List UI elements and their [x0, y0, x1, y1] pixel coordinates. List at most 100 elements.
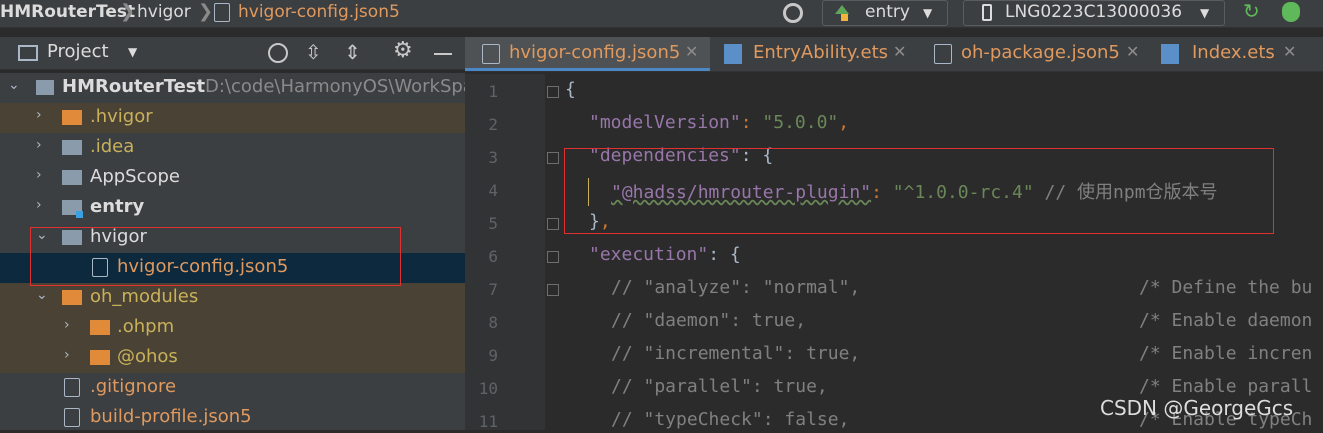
line-number: 6 [488, 247, 498, 266]
run-config-label: entry [865, 2, 910, 22]
tree-item-gitignore[interactable]: .gitignore [0, 373, 465, 403]
tab-hvigor-config[interactable]: hvigor-config.json5 ✕ [465, 37, 710, 71]
line-number: 3 [488, 148, 498, 167]
code-token: { [565, 79, 576, 100]
breadcrumb-separator: ❯ [120, 1, 136, 22]
code-comment: /* Enable parall [1139, 376, 1313, 397]
tree-item-label: AppScope [90, 166, 180, 187]
annotation-highlight-box [30, 227, 401, 286]
close-icon[interactable]: ✕ [685, 42, 698, 61]
code-comment: /* Define the bu [1139, 277, 1313, 298]
code-line-1: { [565, 79, 576, 100]
chevron-down-icon: ⌄ [8, 77, 20, 93]
breadcrumb-file[interactable]: hvigor-config.json5 [238, 2, 400, 22]
line-number: 9 [488, 346, 498, 365]
code-comment: /* Enable daemon [1139, 310, 1313, 331]
fold-marker-icon[interactable] [547, 86, 559, 98]
tab-label: oh-package.json5 [961, 42, 1120, 63]
tree-item-label: .idea [90, 136, 135, 157]
device-select[interactable]: LNG0223C13000036 ▼ [963, 0, 1225, 26]
root-project-name: HMRouterTest [62, 76, 206, 97]
tree-item-hvigor-cache[interactable]: › .hvigor [0, 103, 465, 133]
run-config-select[interactable]: entry ▼ [822, 0, 948, 26]
folder-icon [62, 170, 82, 185]
chevron-down-icon: ▼ [1200, 6, 1210, 20]
chevron-right-icon: › [36, 197, 42, 213]
line-number: 1 [488, 82, 498, 101]
tree-item-root[interactable]: ⌄ HMRouterTest D:\code\HarmonyOS\WorkSpa [0, 73, 474, 103]
tree-item-ohos[interactable]: › @ohos [0, 343, 465, 373]
annotation-highlight-box [564, 148, 1274, 234]
code-token: "5.0.0" [762, 112, 839, 133]
code-comment: /* Enable incren [1139, 343, 1313, 364]
fold-marker-icon[interactable] [547, 218, 559, 230]
folder-icon [90, 320, 110, 335]
module-icon [835, 5, 849, 14]
bug-icon[interactable] [1282, 2, 1300, 22]
folder-icon [62, 290, 82, 305]
chevron-down-icon[interactable]: ▼ [128, 45, 137, 59]
code-line-10: // "parallel": true, [611, 376, 828, 397]
device-label: LNG0223C13000036 [1005, 2, 1183, 22]
gear-icon[interactable]: ⚙ [393, 38, 413, 63]
gitignore-file-icon [64, 378, 80, 397]
breadcrumb-folder[interactable]: hvigor [137, 2, 191, 22]
chevron-down-icon: ⌄ [36, 287, 48, 303]
ets-file-icon [724, 44, 742, 64]
navigation-bar: HMRouterTest ❯ hvigor ❯ hvigor-config.js… [0, 0, 1323, 28]
tab-index[interactable]: Index.ets ✕ [1147, 37, 1323, 71]
tree-item-entry[interactable]: › entry [0, 193, 465, 223]
tab-oh-package[interactable]: oh-package.json5 ✕ [920, 37, 1145, 71]
tree-item-label: .hvigor [90, 106, 153, 127]
chevron-right-icon: › [64, 317, 70, 333]
tree-item-label: .gitignore [90, 376, 177, 397]
target-icon[interactable] [783, 3, 803, 23]
module-folder-icon [36, 80, 54, 95]
code-line-8: // "daemon": true, [611, 310, 807, 331]
project-panel-header: Project ▼ ⇳ ⇕ ⚙ [0, 37, 465, 70]
root-project-path: D:\code\HarmonyOS\WorkSpa [205, 76, 474, 97]
code-token: : [740, 112, 763, 133]
tab-label: hvigor-config.json5 [509, 42, 681, 63]
locate-icon[interactable] [268, 43, 288, 63]
project-view-title[interactable]: Project [47, 41, 109, 62]
editor-gutter [465, 74, 545, 430]
line-number: 7 [488, 280, 498, 299]
close-icon[interactable]: ✕ [893, 42, 906, 61]
module-dot-icon [841, 14, 848, 21]
expand-all-icon[interactable]: ⇳ [305, 40, 322, 64]
module-badge-icon [76, 211, 83, 218]
tab-entry-ability[interactable]: EntryAbility.ets ✕ [712, 37, 918, 71]
refresh-icon[interactable]: ↻ [1243, 0, 1260, 23]
tree-item-idea[interactable]: › .idea [0, 133, 465, 163]
minimize-icon[interactable] [434, 53, 452, 55]
tab-label: EntryAbility.ets [753, 42, 889, 63]
breadcrumb-project[interactable]: HMRouterTest [0, 2, 135, 22]
ets-file-icon [1161, 44, 1179, 64]
code-line-9: // "incremental": true, [611, 343, 861, 364]
watermark: CSDN @GeorgeGcs [1100, 396, 1294, 420]
collapse-all-icon[interactable]: ⇕ [344, 40, 361, 64]
tree-item-ohpm[interactable]: › .ohpm [0, 313, 465, 343]
tree-item-appscope[interactable]: › AppScope [0, 163, 465, 193]
editor-tab-bar: hvigor-config.json5 ✕ EntryAbility.ets ✕… [465, 37, 1323, 72]
code-token: "modelVersion" [589, 112, 741, 133]
json-file-icon [214, 3, 230, 22]
fold-marker-icon[interactable] [547, 284, 559, 296]
tree-item-label: oh_modules [90, 286, 199, 307]
fold-marker-icon[interactable] [547, 251, 559, 263]
code-token: "execution" [589, 244, 709, 265]
line-number: 4 [488, 181, 498, 200]
line-number: 5 [488, 214, 498, 233]
folder-icon [90, 350, 110, 365]
code-line-11: // "typeCheck": false, [611, 409, 850, 430]
line-number: 11 [478, 412, 498, 431]
breadcrumb-separator: ❯ [198, 1, 214, 22]
close-icon[interactable]: ✕ [1283, 42, 1296, 61]
chevron-down-icon: ▼ [923, 6, 933, 20]
fold-marker-icon[interactable] [547, 152, 559, 164]
tree-item-build-profile[interactable]: build-profile.json5 [0, 403, 465, 433]
tab-label: Index.ets [1192, 42, 1275, 63]
close-icon[interactable]: ✕ [1126, 42, 1139, 61]
tree-item-oh-modules[interactable]: ⌄ oh_modules [0, 283, 465, 313]
